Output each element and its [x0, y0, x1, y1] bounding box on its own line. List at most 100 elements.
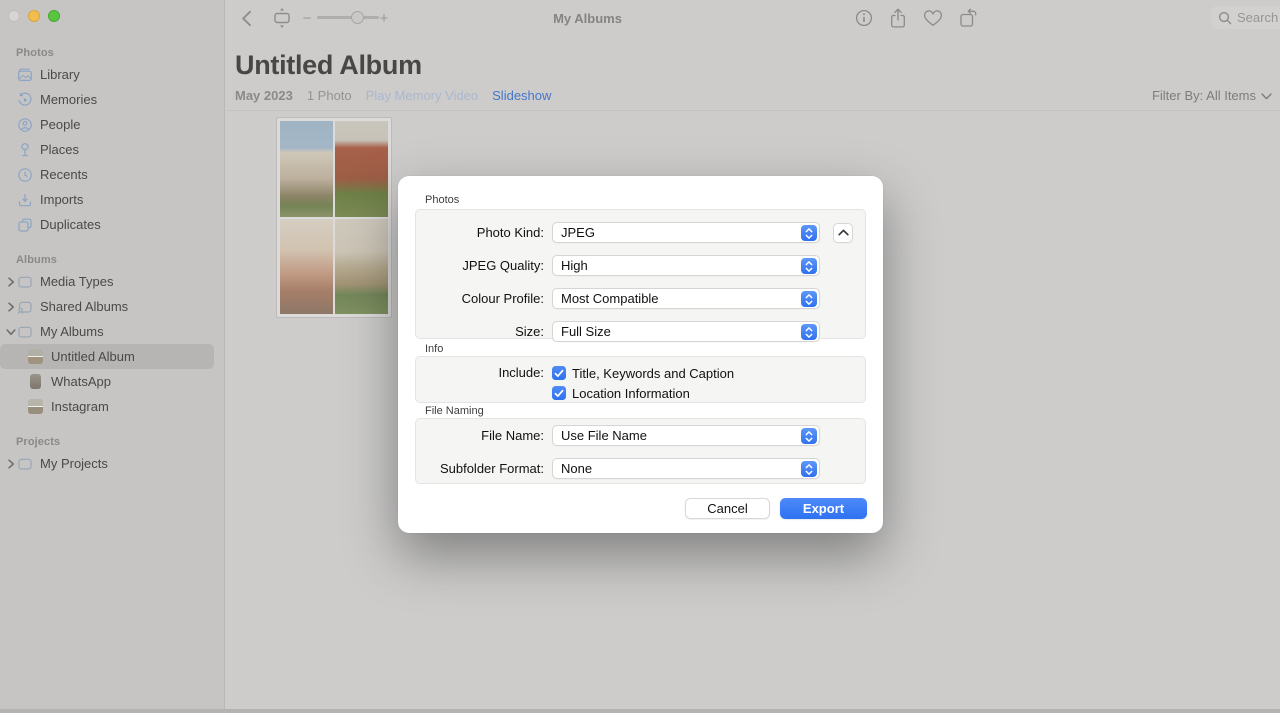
sidebar-item-duplicates[interactable]: Duplicates	[0, 212, 214, 237]
stepper-icon	[801, 324, 817, 340]
dialog-section-file-naming: File Naming	[425, 405, 484, 417]
toolbar: − + My Albums	[225, 0, 1280, 36]
slideshow-link[interactable]: Slideshow	[492, 88, 551, 103]
photo-kind-select[interactable]: JPEG	[552, 222, 820, 243]
stepper-icon	[801, 461, 817, 477]
collapse-options-button[interactable]	[833, 222, 853, 243]
checkbox-label: Location Information	[572, 385, 690, 401]
album-thumbnail	[27, 398, 44, 415]
checkbox-checked-icon[interactable]	[552, 386, 566, 400]
sidebar-item-shared-albums[interactable]: Shared Albums	[0, 294, 214, 319]
sidebar-section-photos: Photos	[16, 47, 54, 59]
favorite-heart-icon[interactable]	[922, 8, 944, 28]
collage-image-3	[280, 218, 333, 314]
sidebar-item-my-projects[interactable]: My Projects	[0, 451, 214, 476]
sidebar-item-label: Memories	[40, 92, 98, 107]
play-memory-video-link[interactable]: Play Memory Video	[366, 88, 478, 103]
sidebar-item-media-types[interactable]: Media Types	[0, 269, 214, 294]
jpeg-quality-label: JPEG Quality:	[462, 258, 544, 273]
cancel-button[interactable]: Cancel	[685, 498, 770, 519]
zoom-window-button[interactable]	[48, 10, 60, 22]
photo-thumbnail[interactable]	[276, 117, 392, 318]
chevron-right-icon[interactable]	[4, 294, 18, 319]
close-window-button[interactable]	[8, 10, 20, 22]
collage-image-1	[280, 121, 333, 217]
photos-groupbox: Photo Kind: JPEG JPEG Quality: High Colo…	[415, 209, 866, 342]
sidebar-item-my-albums[interactable]: My Albums	[0, 319, 214, 344]
minimize-window-button[interactable]	[28, 10, 40, 22]
stepper-icon	[801, 258, 817, 274]
album-thumbnail	[27, 373, 44, 390]
page-title: Untitled Album	[235, 50, 422, 80]
checkbox-checked-icon[interactable]	[552, 366, 566, 380]
file-naming-groupbox: File Name: Use File Name Subfolder Forma…	[415, 418, 866, 484]
sidebar-item-instagram[interactable]: Instagram	[0, 394, 214, 419]
include-label: Include:	[498, 365, 544, 380]
info-button[interactable]	[854, 8, 874, 28]
file-name-row: File Name: Use File Name	[416, 419, 865, 452]
memories-icon	[16, 91, 33, 108]
chevron-right-icon[interactable]	[4, 451, 18, 476]
colour-profile-select[interactable]: Most Compatible	[552, 288, 820, 309]
size-select[interactable]: Full Size	[552, 321, 820, 342]
size-label: Size:	[515, 324, 544, 339]
toolbar-title: My Albums	[553, 10, 622, 26]
sidebar-item-untitled-album[interactable]: Untitled Album	[0, 344, 214, 369]
colour-profile-label: Colour Profile:	[461, 291, 544, 306]
subfolder-format-select[interactable]: None	[552, 458, 820, 479]
jpeg-quality-select[interactable]: High	[552, 255, 820, 276]
jpeg-quality-row: JPEG Quality: High	[416, 249, 865, 282]
sidebar-item-recents[interactable]: Recents	[0, 162, 214, 187]
sidebar-item-people[interactable]: People	[0, 112, 214, 137]
info-groupbox: Include: Title, Keywords and Caption Loc…	[415, 356, 866, 403]
folder-icon	[16, 273, 33, 290]
shared-folder-icon	[16, 298, 33, 315]
folder-icon	[16, 455, 33, 472]
export-dialog: Photos Photo Kind: JPEG JPEG Quality: Hi…	[398, 176, 883, 533]
chevron-right-icon[interactable]	[4, 269, 18, 294]
dialog-buttons: Cancel Export	[685, 498, 867, 519]
include-row: Include: Title, Keywords and Caption Loc…	[416, 357, 865, 403]
search-input[interactable]	[1237, 10, 1280, 25]
checkbox-label: Title, Keywords and Caption	[572, 365, 735, 381]
title-keywords-caption-checkbox-row[interactable]: Title, Keywords and Caption	[552, 363, 734, 383]
dialog-section-info: Info	[425, 343, 444, 355]
sidebar-item-places[interactable]: Places	[0, 137, 214, 162]
content-header: Untitled Album	[235, 50, 1280, 81]
stepper-icon	[801, 428, 817, 444]
sidebar-item-imports[interactable]: Imports	[0, 187, 214, 212]
sidebar-item-label: Media Types	[40, 274, 114, 289]
colour-profile-row: Colour Profile: Most Compatible	[416, 282, 865, 315]
sidebar-item-whatsapp[interactable]: WhatsApp	[0, 369, 214, 394]
sidebar-item-label: Shared Albums	[40, 299, 129, 314]
file-name-select[interactable]: Use File Name	[552, 425, 820, 446]
sidebar-item-label: Instagram	[51, 399, 109, 414]
sidebar-item-label: People	[40, 117, 81, 132]
sidebar-section-albums: Albums	[16, 254, 57, 266]
export-button[interactable]: Export	[780, 498, 867, 519]
sidebar: Photos Library Memories People Places Re…	[0, 0, 225, 713]
location-information-checkbox-row[interactable]: Location Information	[552, 383, 734, 403]
sidebar-item-memories[interactable]: Memories	[0, 87, 214, 112]
duplicates-icon	[16, 216, 33, 233]
sidebar-item-label: Untitled Album	[51, 349, 135, 364]
chevron-down-icon	[1261, 93, 1272, 100]
people-icon	[16, 116, 33, 133]
stepper-icon	[801, 225, 817, 241]
filter-dropdown[interactable]: Filter By: All Items	[1152, 88, 1272, 103]
size-value: Full Size	[561, 324, 611, 339]
subfolder-format-row: Subfolder Format: None	[416, 452, 865, 485]
photo-kind-label: Photo Kind:	[476, 225, 544, 240]
rotate-icon[interactable]	[957, 7, 979, 29]
subfolder-format-value: None	[561, 461, 593, 476]
album-thumbnail	[27, 348, 44, 365]
share-icon[interactable]	[888, 7, 908, 29]
file-name-value: Use File Name	[561, 428, 647, 443]
sidebar-item-library[interactable]: Library	[0, 62, 214, 87]
search-field[interactable]	[1211, 6, 1280, 29]
file-name-label: File Name:	[481, 428, 544, 443]
collage-image-4	[335, 218, 388, 314]
subfolder-format-label: Subfolder Format:	[439, 461, 544, 476]
chevron-down-icon[interactable]	[4, 319, 18, 344]
photo-kind-row: Photo Kind: JPEG	[416, 216, 865, 249]
